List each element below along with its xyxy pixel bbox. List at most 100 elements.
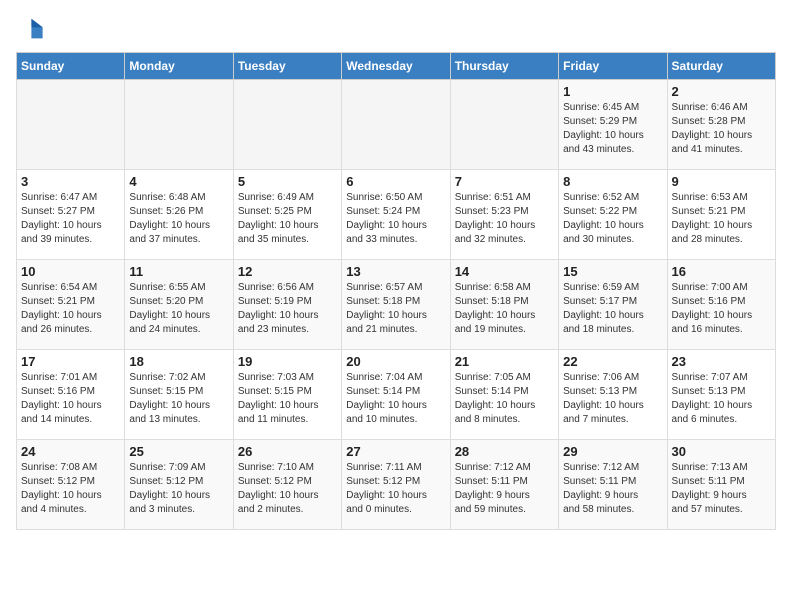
- calendar-cell: 24Sunrise: 7:08 AM Sunset: 5:12 PM Dayli…: [17, 440, 125, 530]
- calendar-cell: 27Sunrise: 7:11 AM Sunset: 5:12 PM Dayli…: [342, 440, 450, 530]
- day-number: 19: [238, 354, 337, 369]
- day-number: 11: [129, 264, 228, 279]
- calendar-cell: 25 Sunrise: 7:09 AM Sunset: 5:12 PM Dayli…: [125, 440, 233, 530]
- calendar-cell: 2 Sunrise: 6:46 AM Sunset: 5:28 PM Daylig…: [667, 80, 775, 170]
- day-number: 29: [563, 444, 662, 459]
- day-number: 17: [21, 354, 120, 369]
- calendar-cell: 12 Sunrise: 6:56 AM Sunset: 5:19 PM Dayli…: [233, 260, 341, 350]
- day-number: 14: [455, 264, 554, 279]
- calendar-cell: 5 Sunrise: 6:49 AM Sunset: 5:25 PM Daylig…: [233, 170, 341, 260]
- calendar-cell: 23 Sunrise: 7:07 AM Sunset: 5:13 PM Dayli…: [667, 350, 775, 440]
- calendar-cell: [233, 80, 341, 170]
- day-number: 25: [129, 444, 228, 459]
- calendar-cell: 19Sunrise: 7:03 AM Sunset: 5:15 PM Dayli…: [233, 350, 341, 440]
- day-info: Sunrise: 6:46 AM Sunset: 5:28 PM Dayligh…: [672, 101, 771, 157]
- day-info: Sunrise: 6:55 AM Sunset: 5:20 PM Dayligh…: [129, 281, 228, 337]
- day-number: 22: [563, 354, 662, 369]
- day-number: 15: [563, 264, 662, 279]
- day-info: Sunrise: 6:49 AM Sunset: 5:25 PM Dayligh…: [238, 191, 337, 247]
- calendar-cell: [450, 80, 558, 170]
- day-info: Sunrise: 7:06 AM Sunset: 5:13 PM Dayligh…: [563, 371, 662, 427]
- header-day-sunday: Sunday: [17, 53, 125, 80]
- day-info: Sunrise: 7:10 AM Sunset: 5:12 PM Dayligh…: [238, 461, 337, 517]
- day-number: 5: [238, 174, 337, 189]
- day-number: 1: [563, 84, 662, 99]
- header-day-thursday: Thursday: [450, 53, 558, 80]
- day-info: Sunrise: 6:54 AM Sunset: 5:21 PM Dayligh…: [21, 281, 120, 337]
- header-day-friday: Friday: [559, 53, 667, 80]
- day-number: 3: [21, 174, 120, 189]
- day-number: 20: [346, 354, 445, 369]
- calendar-table: SundayMondayTuesdayWednesdayThursdayFrid…: [16, 52, 776, 530]
- day-info: Sunrise: 7:01 AM Sunset: 5:16 PM Dayligh…: [21, 371, 120, 427]
- calendar-cell: [125, 80, 233, 170]
- calendar-cell: 11 Sunrise: 6:55 AM Sunset: 5:20 PM Dayli…: [125, 260, 233, 350]
- day-info: Sunrise: 6:50 AM Sunset: 5:24 PM Dayligh…: [346, 191, 445, 247]
- header-day-saturday: Saturday: [667, 53, 775, 80]
- calendar-cell: 29 Sunrise: 7:12 AM Sunset: 5:11 PM Dayli…: [559, 440, 667, 530]
- calendar-header-row: SundayMondayTuesdayWednesdayThursdayFrid…: [17, 53, 776, 80]
- day-number: 4: [129, 174, 228, 189]
- day-info: Sunrise: 6:58 AM Sunset: 5:18 PM Dayligh…: [455, 281, 554, 337]
- day-number: 26: [238, 444, 337, 459]
- calendar-cell: [17, 80, 125, 170]
- calendar-week-1: 1 Sunrise: 6:45 AM Sunset: 5:29 PM Daylig…: [17, 80, 776, 170]
- calendar-cell: 26 Sunrise: 7:10 AM Sunset: 5:12 PM Dayli…: [233, 440, 341, 530]
- calendar-cell: 28Sunrise: 7:12 AM Sunset: 5:11 PM Dayli…: [450, 440, 558, 530]
- calendar-cell: 3 Sunrise: 6:47 AM Sunset: 5:27 PM Daylig…: [17, 170, 125, 260]
- day-number: 2: [672, 84, 771, 99]
- day-number: 21: [455, 354, 554, 369]
- calendar-cell: 6 Sunrise: 6:50 AM Sunset: 5:24 PM Daylig…: [342, 170, 450, 260]
- header-day-tuesday: Tuesday: [233, 53, 341, 80]
- day-info: Sunrise: 7:09 AM Sunset: 5:12 PM Dayligh…: [129, 461, 228, 517]
- calendar-cell: 9 Sunrise: 6:53 AM Sunset: 5:21 PM Daylig…: [667, 170, 775, 260]
- calendar-cell: 7Sunrise: 6:51 AM Sunset: 5:23 PM Daylig…: [450, 170, 558, 260]
- calendar-cell: 18 Sunrise: 7:02 AM Sunset: 5:15 PM Dayli…: [125, 350, 233, 440]
- day-number: 12: [238, 264, 337, 279]
- calendar-cell: 16 Sunrise: 7:00 AM Sunset: 5:16 PM Dayli…: [667, 260, 775, 350]
- day-number: 18: [129, 354, 228, 369]
- day-info: Sunrise: 7:13 AM Sunset: 5:11 PM Dayligh…: [672, 461, 771, 517]
- logo: [16, 16, 48, 44]
- day-number: 9: [672, 174, 771, 189]
- header-day-monday: Monday: [125, 53, 233, 80]
- day-number: 7: [455, 174, 554, 189]
- calendar-week-3: 10 Sunrise: 6:54 AM Sunset: 5:21 PM Dayli…: [17, 260, 776, 350]
- day-info: Sunrise: 7:02 AM Sunset: 5:15 PM Dayligh…: [129, 371, 228, 427]
- day-info: Sunrise: 6:48 AM Sunset: 5:26 PM Dayligh…: [129, 191, 228, 247]
- day-info: Sunrise: 7:05 AM Sunset: 5:14 PM Dayligh…: [455, 371, 554, 427]
- day-number: 6: [346, 174, 445, 189]
- day-info: Sunrise: 6:47 AM Sunset: 5:27 PM Dayligh…: [21, 191, 120, 247]
- calendar-week-4: 17 Sunrise: 7:01 AM Sunset: 5:16 PM Dayli…: [17, 350, 776, 440]
- calendar-week-2: 3 Sunrise: 6:47 AM Sunset: 5:27 PM Daylig…: [17, 170, 776, 260]
- calendar-cell: 22 Sunrise: 7:06 AM Sunset: 5:13 PM Dayli…: [559, 350, 667, 440]
- day-number: 8: [563, 174, 662, 189]
- calendar-cell: 20 Sunrise: 7:04 AM Sunset: 5:14 PM Dayli…: [342, 350, 450, 440]
- day-number: 16: [672, 264, 771, 279]
- calendar-cell: 21 Sunrise: 7:05 AM Sunset: 5:14 PM Dayli…: [450, 350, 558, 440]
- day-info: Sunrise: 7:00 AM Sunset: 5:16 PM Dayligh…: [672, 281, 771, 337]
- day-info: Sunrise: 6:53 AM Sunset: 5:21 PM Dayligh…: [672, 191, 771, 247]
- calendar-cell: 17 Sunrise: 7:01 AM Sunset: 5:16 PM Dayli…: [17, 350, 125, 440]
- calendar-week-5: 24Sunrise: 7:08 AM Sunset: 5:12 PM Dayli…: [17, 440, 776, 530]
- day-info: Sunrise: 6:45 AM Sunset: 5:29 PM Dayligh…: [563, 101, 662, 157]
- day-info: Sunrise: 7:07 AM Sunset: 5:13 PM Dayligh…: [672, 371, 771, 427]
- calendar-cell: 8Sunrise: 6:52 AM Sunset: 5:22 PM Daylig…: [559, 170, 667, 260]
- day-info: Sunrise: 7:12 AM Sunset: 5:11 PM Dayligh…: [563, 461, 662, 517]
- calendar-cell: 30 Sunrise: 7:13 AM Sunset: 5:11 PM Dayli…: [667, 440, 775, 530]
- day-number: 23: [672, 354, 771, 369]
- day-number: 10: [21, 264, 120, 279]
- calendar-cell: 15 Sunrise: 6:59 AM Sunset: 5:17 PM Dayli…: [559, 260, 667, 350]
- day-number: 13: [346, 264, 445, 279]
- day-info: Sunrise: 6:59 AM Sunset: 5:17 PM Dayligh…: [563, 281, 662, 337]
- logo-icon: [16, 16, 44, 44]
- day-info: Sunrise: 7:04 AM Sunset: 5:14 PM Dayligh…: [346, 371, 445, 427]
- calendar-cell: 10 Sunrise: 6:54 AM Sunset: 5:21 PM Dayli…: [17, 260, 125, 350]
- day-number: 30: [672, 444, 771, 459]
- calendar-cell: 4 Sunrise: 6:48 AM Sunset: 5:26 PM Daylig…: [125, 170, 233, 260]
- calendar-cell: 13 Sunrise: 6:57 AM Sunset: 5:18 PM Dayli…: [342, 260, 450, 350]
- day-info: Sunrise: 6:57 AM Sunset: 5:18 PM Dayligh…: [346, 281, 445, 337]
- calendar-cell: [342, 80, 450, 170]
- day-number: 24: [21, 444, 120, 459]
- day-info: Sunrise: 6:56 AM Sunset: 5:19 PM Dayligh…: [238, 281, 337, 337]
